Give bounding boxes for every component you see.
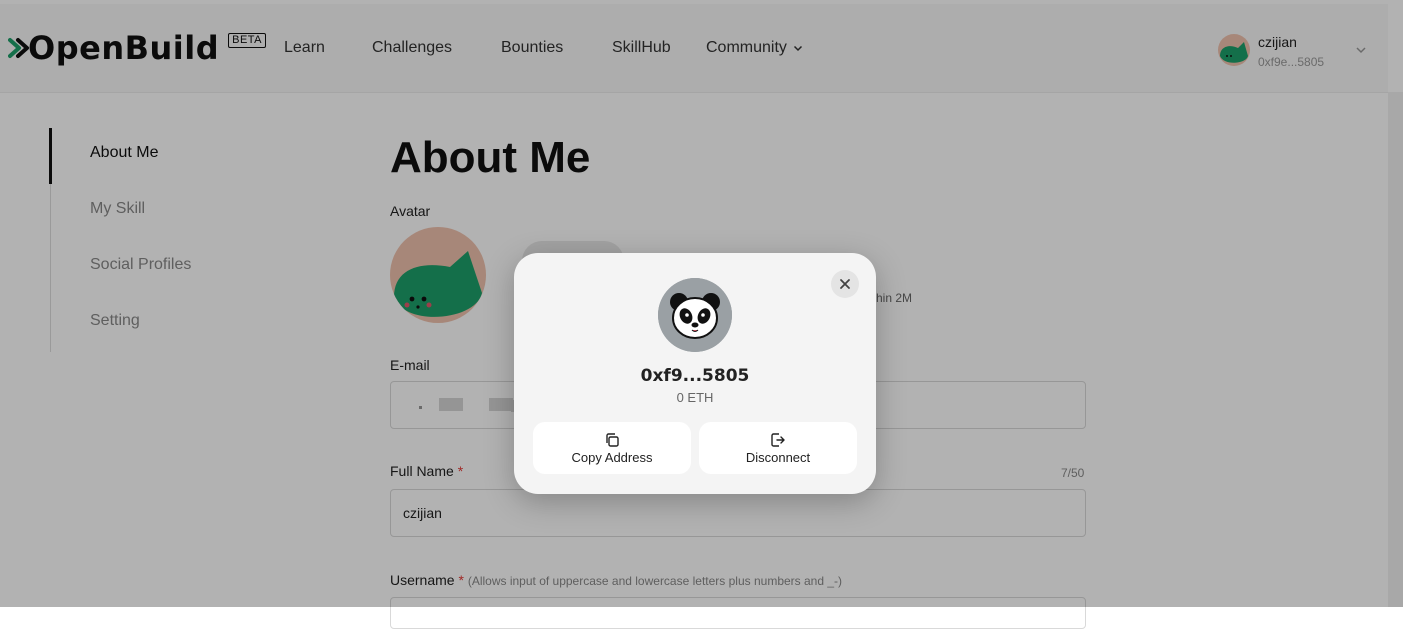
copy-icon [606, 432, 619, 447]
wallet-address: 0xf9...5805 [640, 366, 750, 386]
wallet-account-modal: 0xf9...5805 0 ETH Copy Address Disconnec… [514, 253, 876, 494]
copy-address-button[interactable]: Copy Address [533, 422, 691, 474]
wallet-avatar [658, 278, 732, 352]
wallet-balance: 0 ETH [676, 390, 714, 405]
close-icon [840, 279, 850, 289]
logout-icon [771, 432, 785, 447]
copy-address-label: Copy Address [571, 449, 653, 465]
disconnect-label: Disconnect [745, 449, 811, 465]
panda-icon [658, 278, 732, 352]
close-modal-button[interactable] [831, 270, 859, 298]
disconnect-button[interactable]: Disconnect [699, 422, 857, 474]
